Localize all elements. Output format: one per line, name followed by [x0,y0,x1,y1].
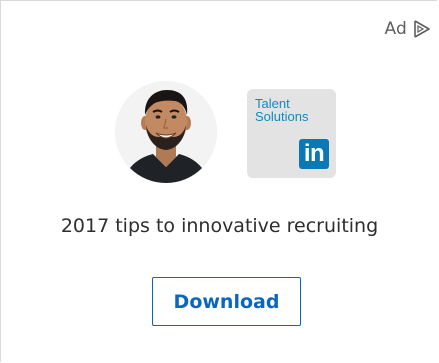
ad-choices-icon[interactable] [413,19,431,39]
download-button[interactable]: Download [152,277,301,326]
logo-text: Talent Solutions [255,97,331,123]
linkedin-icon: in [299,139,329,169]
ad-label: Ad [384,19,407,39]
company-logo: Talent Solutions in [247,89,336,178]
ad-headline[interactable]: 2017 tips to innovative recruiting [1,215,438,237]
ad-label-area[interactable]: Ad [384,19,431,39]
person-avatar-icon [115,81,217,183]
ad-card[interactable]: Ad Talent Solutions in 2017 tips to inno… [0,0,437,362]
logo-line-2: Solutions [255,109,309,124]
